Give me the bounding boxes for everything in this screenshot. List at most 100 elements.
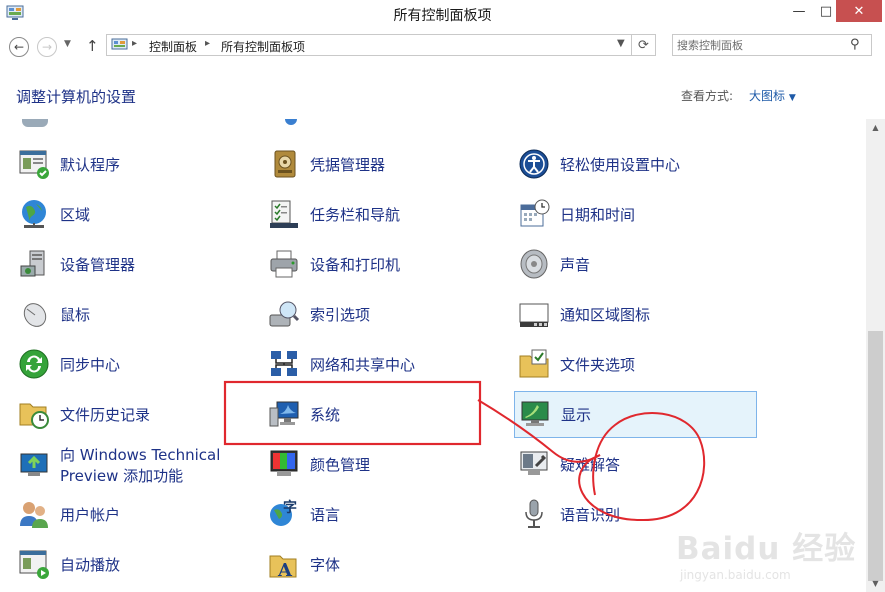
ease-of-access-icon: [519, 149, 549, 179]
item-system[interactable]: 系统: [264, 392, 504, 436]
back-arrow-icon[interactable]: ←: [9, 37, 29, 57]
search-box[interactable]: ⚲: [672, 34, 872, 56]
scroll-up-arrow-icon[interactable]: ▲: [866, 119, 885, 136]
item-label[interactable]: 网络和共享中心: [310, 354, 415, 375]
scroll-down-arrow-icon[interactable]: ▼: [866, 575, 885, 592]
item-display[interactable]: 显示: [514, 391, 757, 438]
forward-arrow-icon[interactable]: →: [37, 37, 57, 57]
title-bar: 所有控制面板项 — □ ✕: [0, 0, 885, 29]
item-date-time[interactable]: 日期和时间: [514, 192, 754, 236]
sync-center-icon: [19, 349, 49, 379]
system-icon: [269, 401, 299, 427]
speaker-icon: [520, 249, 548, 279]
chevron-down-icon[interactable]: ▼: [789, 93, 796, 103]
item-label[interactable]: 同步中心: [60, 354, 120, 375]
item-label[interactable]: 通知区域图标: [560, 304, 650, 325]
control-panel-small-icon: [111, 38, 128, 50]
item-label[interactable]: 显示: [561, 404, 591, 425]
item-label[interactable]: 轻松使用设置中心: [560, 154, 680, 175]
svg-text:A: A: [277, 560, 293, 580]
search-input[interactable]: [677, 37, 847, 53]
device-manager-icon: [20, 250, 45, 277]
view-by-label: 查看方式:: [681, 89, 734, 103]
item-autoplay[interactable]: 自动播放: [14, 542, 254, 586]
item-sync-center[interactable]: 同步中心: [14, 342, 254, 386]
view-by-value[interactable]: 大图标: [749, 89, 785, 103]
maximize-button[interactable]: □: [816, 0, 836, 22]
item-label[interactable]: 语言: [310, 504, 340, 525]
item-speech-recognition[interactable]: 语音识别: [514, 492, 754, 536]
item-label[interactable]: 凭据管理器: [310, 154, 385, 175]
credential-manager-icon: [274, 150, 296, 178]
recent-locations-chevron-icon[interactable]: ▼: [64, 39, 71, 49]
item-label[interactable]: 日期和时间: [560, 204, 635, 225]
troubleshooting-icon: [520, 451, 548, 475]
item-label[interactable]: 系统: [310, 404, 340, 425]
address-dropdown-chevron-icon[interactable]: ▼: [617, 38, 625, 49]
item-fonts[interactable]: A 字体: [264, 542, 504, 586]
mouse-icon: [23, 303, 47, 327]
cut-off-icon: [285, 119, 297, 125]
item-label[interactable]: 设备和打印机: [310, 254, 400, 275]
breadcrumb-separator-icon[interactable]: ▸: [205, 38, 210, 49]
item-troubleshooting[interactable]: 疑难解答: [514, 442, 754, 486]
item-taskbar-navigation[interactable]: 任务栏和导航: [264, 192, 504, 236]
autoplay-icon: [19, 550, 49, 579]
item-notification-area[interactable]: 通知区域图标: [514, 292, 754, 336]
item-indexing-options[interactable]: 索引选项: [264, 292, 504, 336]
breadcrumb-all-items[interactable]: 所有控制面板项: [221, 38, 305, 55]
item-label[interactable]: 语音识别: [560, 504, 620, 525]
item-label[interactable]: 区域: [60, 204, 90, 225]
item-network-sharing[interactable]: 网络和共享中心: [264, 342, 504, 386]
minimize-button[interactable]: —: [782, 0, 816, 22]
item-label[interactable]: 文件历史记录: [60, 404, 150, 425]
breadcrumb-separator-icon[interactable]: ▸: [132, 38, 137, 49]
item-label[interactable]: 用户帐户: [60, 504, 120, 525]
item-label[interactable]: 疑难解答: [560, 454, 620, 475]
folder-options-icon: [519, 349, 549, 378]
breadcrumb-control-panel[interactable]: 控制面板: [149, 38, 197, 55]
network-icon: [271, 351, 297, 376]
refresh-icon[interactable]: ⟳: [632, 34, 656, 56]
user-accounts-icon: [20, 502, 48, 528]
item-mouse[interactable]: 鼠标: [14, 292, 254, 336]
item-ease-of-access[interactable]: 轻松使用设置中心: [514, 142, 754, 186]
item-label[interactable]: 文件夹选项: [560, 354, 635, 375]
item-language[interactable]: 字 语言: [264, 492, 504, 536]
item-label[interactable]: 向 Windows Technical Preview 添加功能: [60, 445, 250, 487]
item-label[interactable]: 颜色管理: [310, 454, 370, 475]
item-sound[interactable]: 声音: [514, 242, 754, 286]
item-label[interactable]: 鼠标: [60, 304, 90, 325]
item-user-accounts[interactable]: 用户帐户: [14, 492, 254, 536]
item-devices-printers[interactable]: 设备和打印机: [264, 242, 504, 286]
view-by-dropdown[interactable]: 大图标 ▼: [749, 87, 796, 104]
close-button[interactable]: ✕: [836, 0, 882, 22]
item-color-management[interactable]: 颜色管理: [264, 442, 504, 486]
control-panel-items: 默认程序 凭据管理器 轻松使用设置中心 区域 任务栏和导航 日期和时间 设备管理…: [0, 119, 866, 592]
item-label[interactable]: 声音: [560, 254, 590, 275]
scrollbar-thumb[interactable]: [868, 331, 883, 581]
display-icon: [521, 401, 549, 426]
microphone-icon: [525, 499, 543, 528]
item-label[interactable]: 索引选项: [310, 304, 370, 325]
item-device-manager[interactable]: 设备管理器: [14, 242, 254, 286]
item-region[interactable]: 区域: [14, 192, 254, 236]
up-arrow-icon[interactable]: ↑: [86, 37, 99, 55]
item-default-programs[interactable]: 默认程序: [14, 142, 254, 186]
item-label[interactable]: 默认程序: [60, 154, 120, 175]
window-title: 所有控制面板项: [393, 8, 492, 24]
item-label[interactable]: 字体: [310, 554, 340, 575]
vertical-scrollbar[interactable]: ▲ ▼: [866, 119, 885, 592]
color-management-icon: [270, 450, 298, 476]
item-add-features[interactable]: 向 Windows Technical Preview 添加功能: [14, 442, 260, 486]
item-folder-options[interactable]: 文件夹选项: [514, 342, 754, 386]
item-file-history[interactable]: 文件历史记录: [14, 392, 254, 436]
item-label[interactable]: 任务栏和导航: [310, 204, 400, 225]
search-icon[interactable]: ⚲: [850, 37, 860, 52]
item-label[interactable]: 设备管理器: [60, 254, 135, 275]
item-credential-manager[interactable]: 凭据管理器: [264, 142, 504, 186]
cut-off-icon: [22, 119, 48, 127]
address-bar[interactable]: ▸ 控制面板 ▸ 所有控制面板项 ▼: [106, 34, 632, 56]
add-features-icon: [20, 453, 48, 476]
item-label[interactable]: 自动播放: [60, 554, 120, 575]
